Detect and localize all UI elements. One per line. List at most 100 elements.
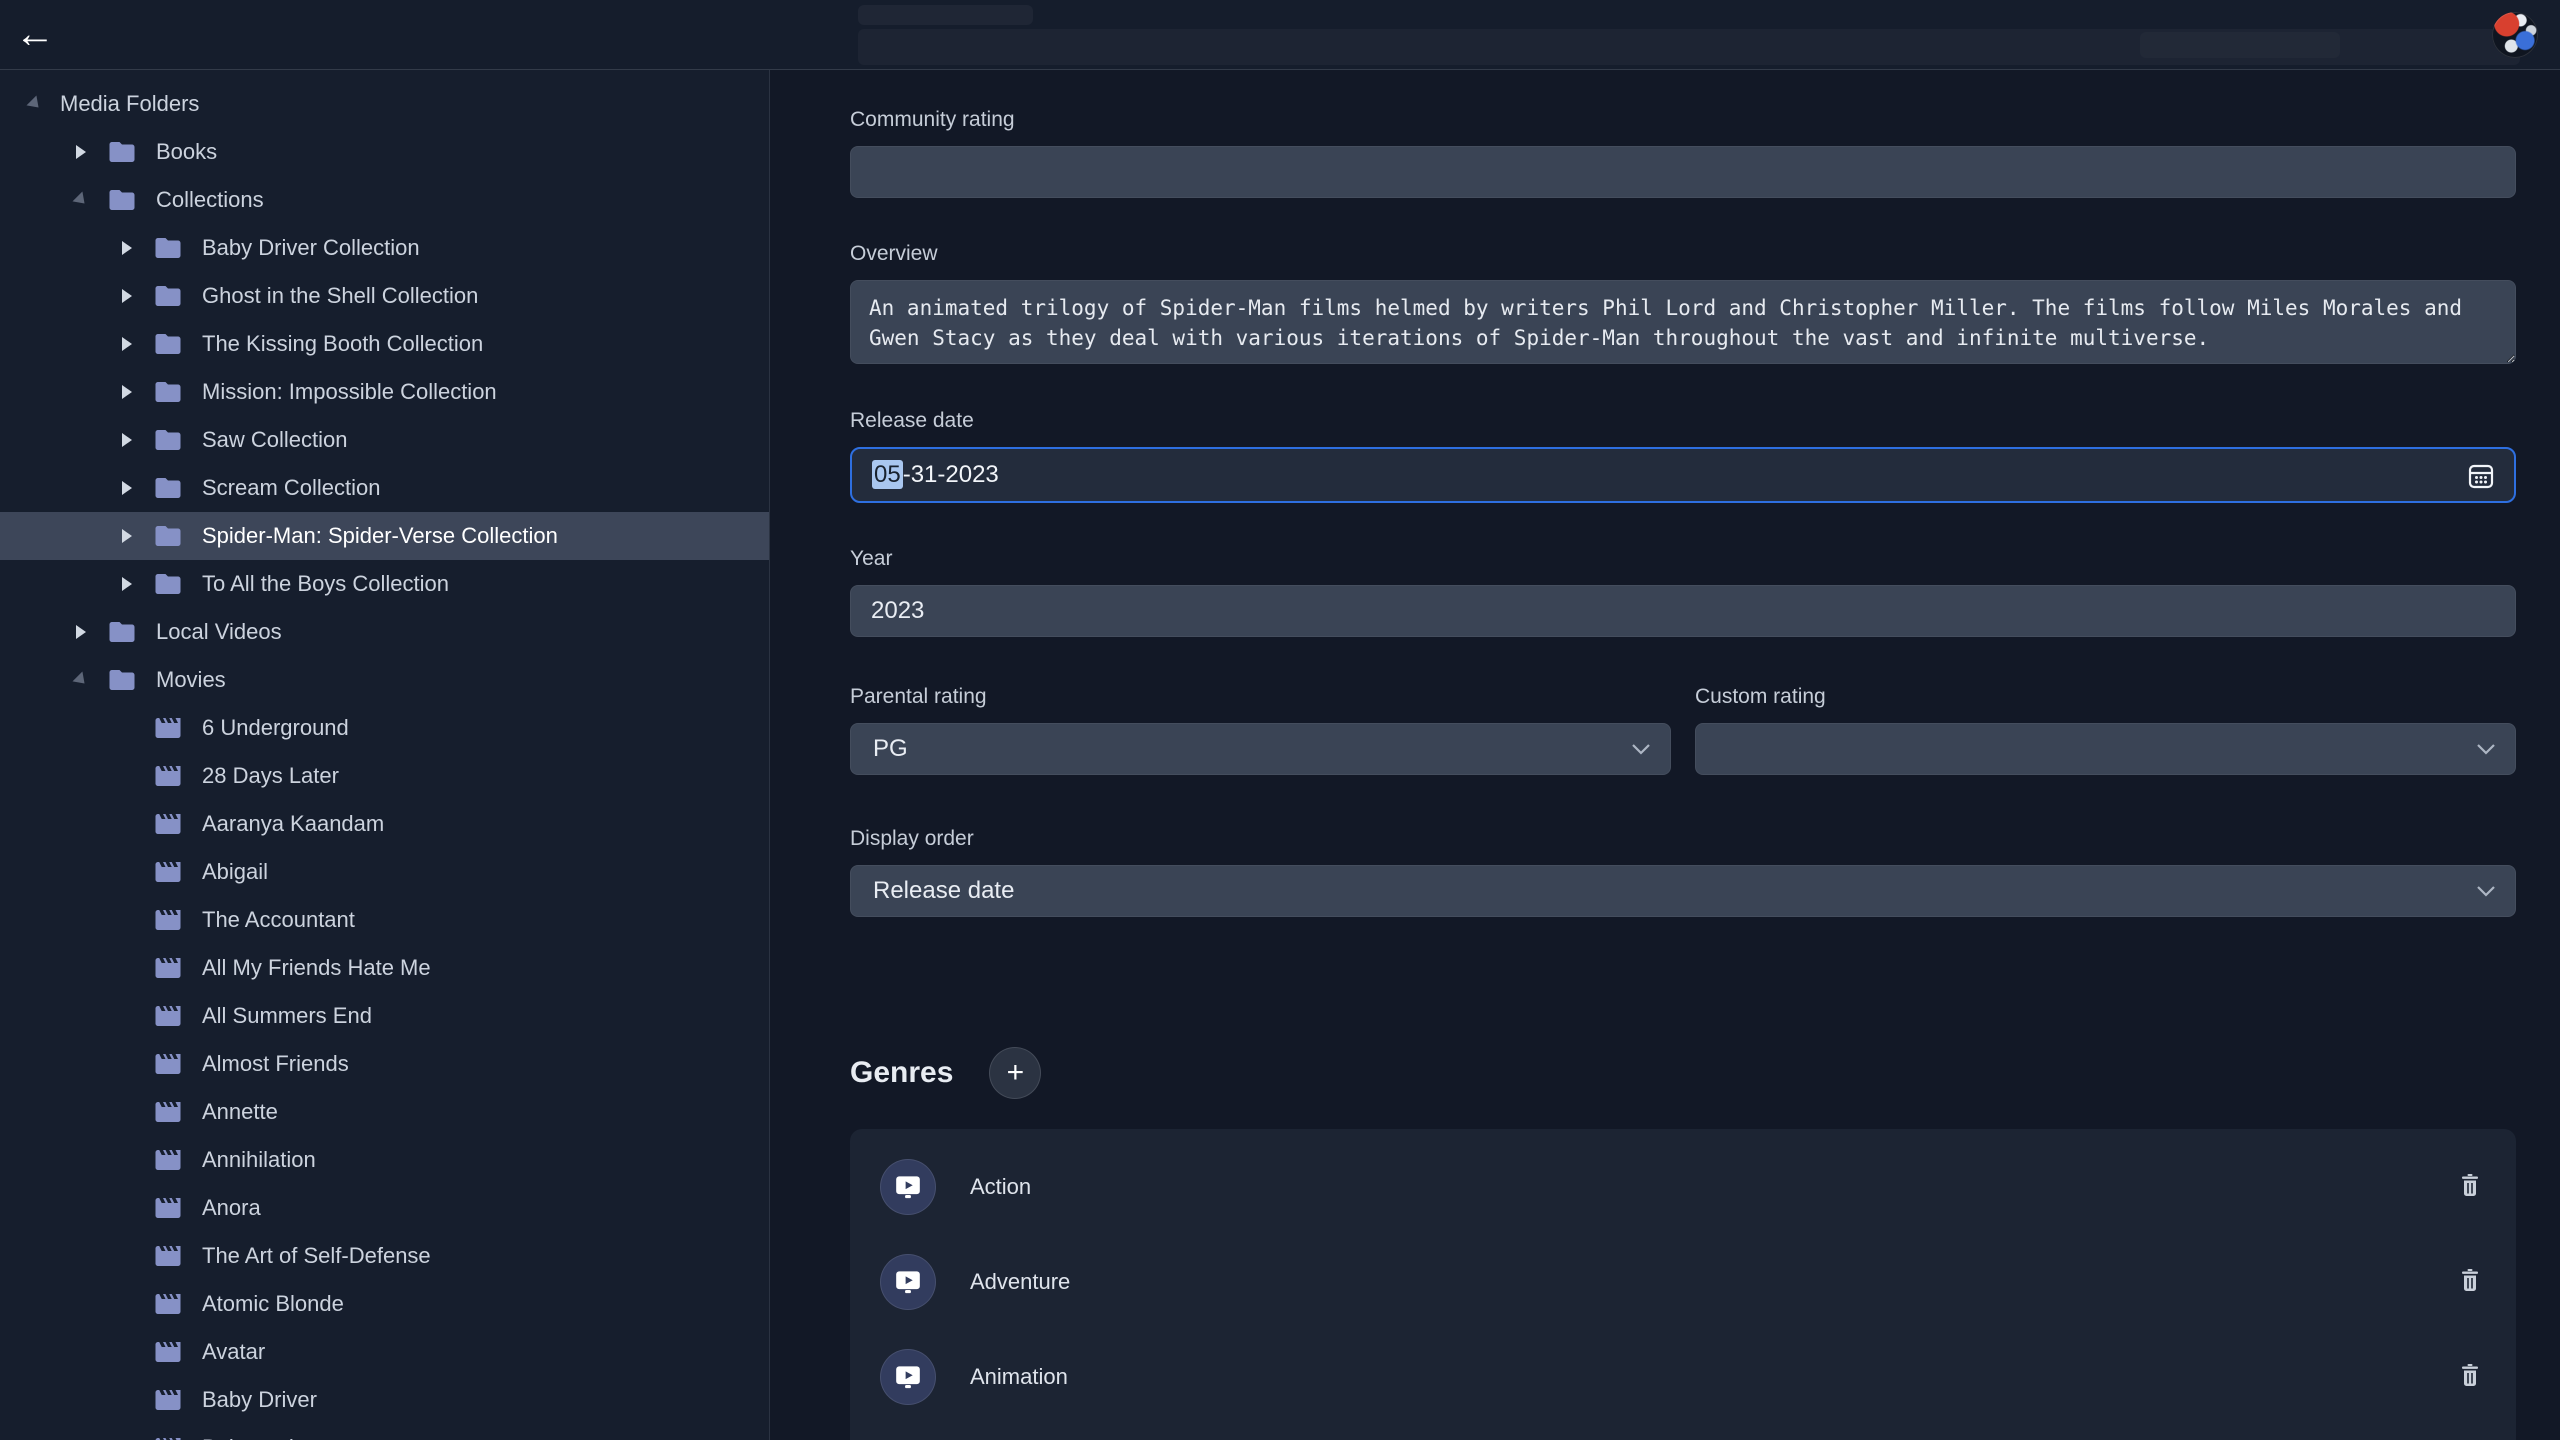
sidebar-tree-item[interactable]: Baby Driver [0,1376,769,1424]
sidebar-tree-item[interactable]: Saw Collection [0,416,769,464]
sidebar-tree-item[interactable]: Babyteeth [0,1424,769,1440]
sidebar-tree-item[interactable]: All My Friends Hate Me [0,944,769,992]
sidebar-tree-item[interactable]: Books [0,128,769,176]
page-body: Media Folders Books Collections Baby Dri… [0,70,2560,1440]
genre-row: Action [850,1139,2516,1234]
user-avatar[interactable] [2492,12,2538,58]
tree-item-label: Baby Driver Collection [202,235,420,261]
sidebar-tree-item[interactable]: Baby Driver Collection [0,224,769,272]
movie-icon [152,953,186,983]
media-folder-tree: Media Folders Books Collections Baby Dri… [0,70,770,1440]
display-order-select[interactable]: Release date [850,865,2516,917]
tree-item-label: Scream Collection [202,475,381,501]
parental-rating-select[interactable]: PG [850,723,1671,775]
expander-icon[interactable] [70,145,92,159]
genre-list: Action Adventure [850,1129,2516,1440]
movie-icon [152,1241,186,1271]
year-input[interactable] [850,585,2516,637]
sidebar-tree-item[interactable]: Almost Friends [0,1040,769,1088]
movie-icon [152,1049,186,1079]
tree-item-label: All My Friends Hate Me [202,955,431,981]
release-date-input[interactable]: 05-31-2023 [850,447,2516,503]
sidebar-tree-item[interactable]: Abigail [0,848,769,896]
expander-icon[interactable] [70,193,92,207]
sidebar-tree-item[interactable]: Anora [0,1184,769,1232]
sidebar-tree-item[interactable]: Movies [0,656,769,704]
delete-genre-button[interactable] [2454,1168,2486,1205]
tree-item-label: Almost Friends [202,1051,349,1077]
date-remainder: -31-2023 [903,461,999,488]
sidebar-tree-item[interactable]: 28 Days Later [0,752,769,800]
chevron-down-icon [2475,741,2497,757]
expander-icon[interactable] [116,337,138,351]
expander-icon[interactable] [116,577,138,591]
expander-icon[interactable] [116,385,138,399]
sidebar-tree-item[interactable]: All Summers End [0,992,769,1040]
folder-icon [152,233,186,263]
sidebar-tree-item[interactable]: To All the Boys Collection [0,560,769,608]
expander-icon[interactable] [116,481,138,495]
sidebar-tree-item[interactable]: Annette [0,1088,769,1136]
tree-item-label: Annihilation [202,1147,316,1173]
folder-icon [152,473,186,503]
sidebar-tree-item[interactable]: Collections [0,176,769,224]
obscured-scrolled-content [2140,32,2340,58]
expander-icon[interactable] [70,625,92,639]
calendar-icon[interactable] [2466,461,2496,491]
tree-item-label: Mission: Impossible Collection [202,379,497,405]
expander-icon[interactable] [116,433,138,447]
tree-item-label: Anora [202,1195,261,1221]
tree-item-label: 6 Underground [202,715,349,741]
sidebar-tree-item[interactable]: Aaranya Kaandam [0,800,769,848]
overview-textarea[interactable]: An animated trilogy of Spider-Man films … [850,280,2516,364]
tree-item-label: Collections [156,187,264,213]
sidebar-tree-item[interactable]: Avatar [0,1328,769,1376]
sidebar-tree-item[interactable]: Mission: Impossible Collection [0,368,769,416]
sidebar-tree-item[interactable]: Scream Collection [0,464,769,512]
sidebar-tree-item[interactable]: Local Videos [0,608,769,656]
sidebar-tree-item[interactable]: Ghost in the Shell Collection [0,272,769,320]
tree-item-label: Books [156,139,217,165]
parental-rating-value: PG [873,735,908,763]
sidebar-tree-item[interactable]: The Art of Self-Defense [0,1232,769,1280]
sidebar-tree-item[interactable]: Atomic Blonde [0,1280,769,1328]
community-rating-label: Community rating [850,108,2516,132]
sidebar-tree-item[interactable]: Spider-Man: Spider-Verse Collection [0,512,769,560]
tree-item-label: Spider-Man: Spider-Verse Collection [202,523,558,549]
genre-row: Adventure [850,1234,2516,1329]
folder-icon [106,185,140,215]
tree-item-label: Movies [156,667,226,693]
video-display-icon [893,1174,923,1200]
tree-item-label: The Art of Self-Defense [202,1243,431,1269]
tree-item-label: Baby Driver [202,1387,317,1413]
back-button[interactable]: ← [0,0,70,70]
sidebar-tree-item[interactable]: 6 Underground [0,704,769,752]
expander-icon[interactable] [116,529,138,543]
expander-icon[interactable] [116,289,138,303]
movie-icon [152,1289,186,1319]
sidebar-tree-item[interactable]: The Accountant [0,896,769,944]
tree-item-label: Local Videos [156,619,282,645]
expander-icon[interactable] [116,241,138,255]
sidebar-tree-item[interactable]: Media Folders [0,80,769,128]
community-rating-input[interactable] [850,146,2516,198]
genre-avatar [880,1349,936,1405]
movie-icon [152,905,186,935]
folder-icon [152,425,186,455]
sidebar-tree-item[interactable]: Annihilation [0,1136,769,1184]
delete-genre-button[interactable] [2454,1358,2486,1395]
tree-item-label: Media Folders [60,91,199,117]
folder-icon [152,569,186,599]
sidebar-tree-item[interactable]: The Kissing Booth Collection [0,320,769,368]
delete-genre-button[interactable] [2454,1263,2486,1300]
tree-item-label: All Summers End [202,1003,372,1029]
genres-heading: Genres [850,1056,953,1090]
custom-rating-select[interactable] [1695,723,2516,775]
add-genre-button[interactable]: + [989,1047,1041,1099]
overview-label: Overview [850,242,2516,266]
expander-icon[interactable] [70,673,92,687]
display-order-value: Release date [873,877,1014,905]
movie-icon [152,1097,186,1127]
video-display-icon [893,1269,923,1295]
expander-icon[interactable] [24,97,46,111]
